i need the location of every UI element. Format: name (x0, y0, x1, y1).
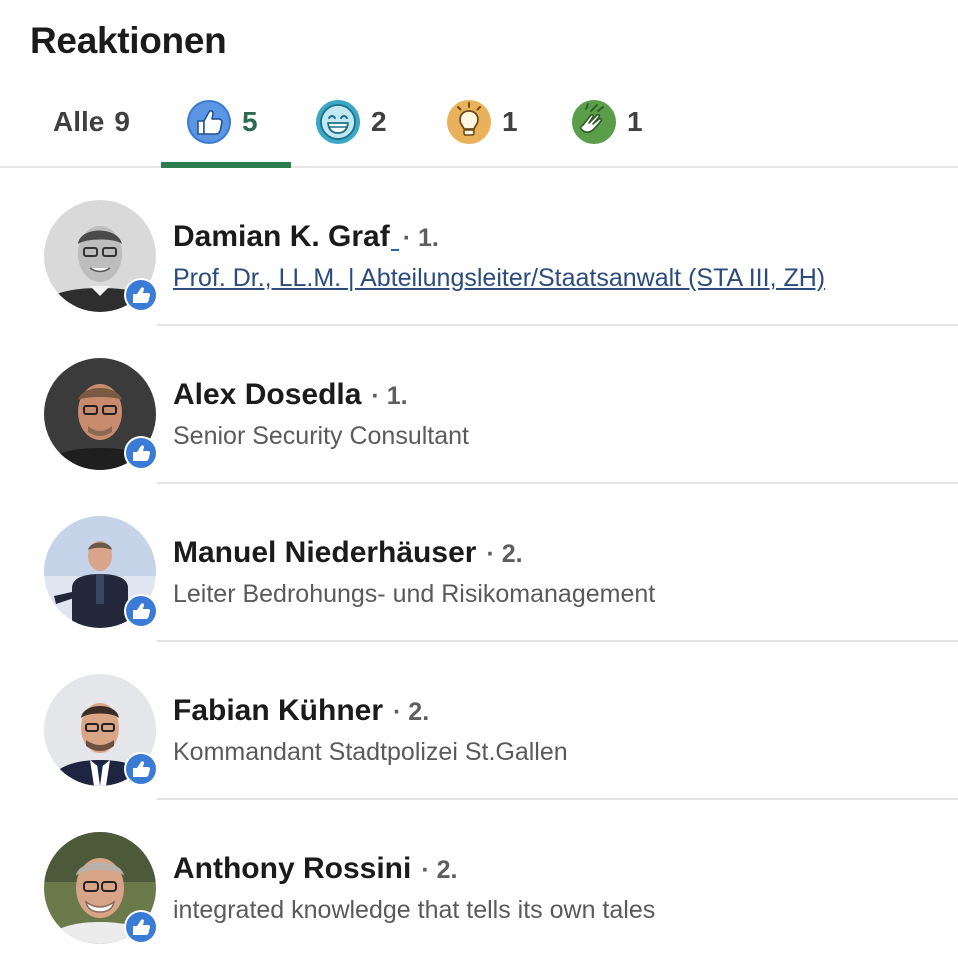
reaction-tabs: Alle 9 5 2 1 1 (0, 78, 958, 168)
tab-funny[interactable]: 2 (315, 78, 387, 166)
tab-funny-count: 2 (371, 106, 387, 137)
tab-all[interactable]: Alle 9 (53, 78, 130, 166)
connection-degree: · 1. (402, 224, 439, 252)
tab-insightful-count: 1 (502, 106, 518, 137)
person-name[interactable]: Fabian Kühner (173, 694, 383, 728)
like-badge-icon (124, 594, 158, 628)
tab-celebrate-count: 1 (627, 106, 643, 137)
person-name[interactable]: Damian K. Graf (173, 220, 390, 254)
tab-all-label: Alle (53, 106, 105, 137)
clapping-hands-icon (571, 99, 617, 145)
person-name[interactable]: Manuel Niederhäuser (173, 536, 476, 570)
list-item[interactable]: Anthony Rossini · 2. integrated knowledg… (0, 800, 958, 958)
list-item[interactable]: Fabian Kühner · 2. Kommandant Stadtpoliz… (0, 642, 958, 800)
person-name[interactable]: Anthony Rossini (173, 852, 411, 886)
person-name[interactable]: Alex Dosedla (173, 378, 361, 412)
dialog-title: Reaktionen (30, 20, 227, 61)
connection-degree: · 2. (393, 698, 430, 726)
tab-like-count: 5 (242, 106, 258, 137)
like-icon (186, 99, 232, 145)
list-item[interactable]: Damian K. Graf · 1. Prof. Dr., LL.M. | A… (0, 168, 958, 326)
tab-like[interactable]: 5 (161, 78, 291, 168)
person-headline: Senior Security Consultant (173, 422, 469, 450)
connection-degree: · 1. (371, 382, 408, 410)
person-headline: Kommandant Stadtpolizei St.Gallen (173, 738, 568, 766)
like-badge-icon (124, 278, 158, 312)
list-item[interactable]: Manuel Niederhäuser · 2. Leiter Bedrohun… (0, 484, 958, 642)
tab-celebrate[interactable]: 1 (571, 78, 643, 166)
person-headline[interactable]: Prof. Dr., LL.M. | Abteilungsleiter/Staa… (173, 264, 825, 293)
name-link-underline (390, 249, 399, 251)
connection-degree: · 2. (486, 540, 523, 568)
lightbulb-icon (446, 99, 492, 145)
laughing-face-icon (315, 99, 361, 145)
tab-insightful[interactable]: 1 (446, 78, 518, 166)
like-badge-icon (124, 436, 158, 470)
connection-degree: · 2. (421, 856, 458, 884)
list-item[interactable]: Alex Dosedla · 1. Senior Security Consul… (0, 326, 958, 484)
person-headline: integrated knowledge that tells its own … (173, 896, 656, 924)
tab-all-count: 9 (114, 106, 130, 137)
person-headline: Leiter Bedrohungs- und Risikomanagement (173, 580, 656, 608)
like-badge-icon (124, 752, 158, 786)
like-badge-icon (124, 910, 158, 944)
